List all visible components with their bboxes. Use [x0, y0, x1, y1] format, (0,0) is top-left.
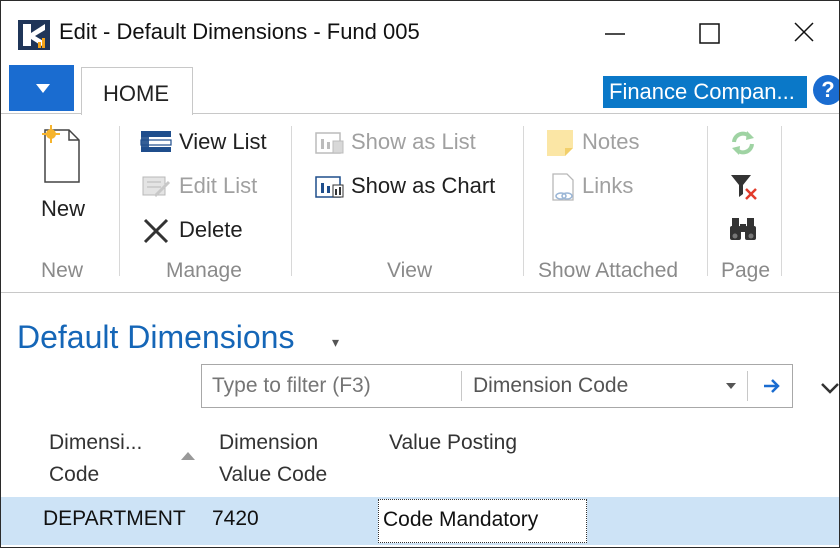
ribbon: New New View List Edit List Delete Manag… [1, 114, 839, 293]
chevron-down-icon[interactable]: ▾ [332, 334, 339, 351]
group-label-show-attached: Show Attached [538, 259, 679, 282]
tab-home-label: HOME [103, 81, 169, 106]
cell-dimension-value-code[interactable]: 7420 [212, 507, 259, 531]
company-name[interactable]: Finance Compan... [603, 76, 807, 108]
filter-field-select[interactable]: Dimension Code [473, 374, 628, 398]
edit-list-icon [142, 176, 171, 198]
group-separator [707, 126, 708, 276]
sort-ascending-icon [181, 452, 195, 460]
edit-list-button[interactable]: Edit List [139, 170, 279, 204]
page-title[interactable]: Default Dimensions [17, 319, 294, 356]
refresh-icon [732, 131, 754, 155]
links-label: Links [582, 173, 634, 198]
filter-bar: Dimension Code [201, 364, 793, 408]
maximize-button[interactable] [685, 11, 735, 55]
group-label-new: New [41, 259, 84, 282]
view-list-icon [140, 131, 172, 152]
edit-list-label: Edit List [179, 173, 258, 198]
column-header-line: Value Posting [389, 431, 518, 454]
group-separator [781, 126, 782, 276]
dropdown-arrow-icon[interactable] [726, 383, 736, 389]
app-logo-icon [18, 20, 50, 50]
title-bar: Edit - Default Dimensions - Fund 005 [1, 1, 839, 65]
new-button-label: New [41, 196, 86, 221]
view-list-label: View List [179, 129, 267, 154]
group-label-view: View [387, 259, 433, 282]
new-document-icon [42, 125, 80, 183]
table-row[interactable]: DEPARTMENT 7420 Code Mandatory [1, 497, 839, 545]
group-label-manage: Manage [166, 259, 242, 282]
question-icon[interactable]: ? [813, 75, 839, 105]
filter-divider [747, 371, 748, 401]
dropdown-triangle-icon [36, 84, 50, 93]
show-as-list-icon [315, 132, 344, 154]
group-label-page: Page [721, 259, 771, 282]
window-title: Edit - Default Dimensions - Fund 005 [59, 19, 420, 44]
notes-button[interactable]: Notes [545, 126, 665, 160]
arrow-right-icon[interactable] [760, 375, 784, 397]
find-binoculars-icon [730, 218, 756, 240]
window: Edit - Default Dimensions - Fund 005 HOM… [0, 0, 840, 548]
group-separator [523, 126, 524, 276]
show-as-chart-button[interactable]: Show as Chart [313, 170, 513, 204]
filter-divider [461, 371, 462, 401]
close-button[interactable] [781, 11, 831, 55]
group-separator [291, 126, 292, 276]
delete-label: Delete [179, 217, 243, 242]
links-button[interactable]: Links [545, 170, 665, 204]
group-separator [119, 126, 120, 276]
column-header-line: Dimensi... [49, 431, 143, 454]
tab-home[interactable]: HOME [81, 67, 193, 115]
column-header-line: Value Code [219, 463, 328, 486]
links-icon [552, 173, 574, 201]
application-menu-button[interactable] [9, 65, 74, 111]
minimize-button[interactable] [589, 11, 639, 55]
maximize-icon [699, 23, 720, 44]
cell-value-posting-text: Code Mandatory [383, 508, 539, 531]
filter-input[interactable] [212, 374, 452, 398]
new-button[interactable]: New [25, 124, 105, 234]
view-list-button[interactable]: View List [139, 126, 279, 160]
cell-value-posting[interactable]: Code Mandatory [378, 499, 587, 543]
minimize-icon [605, 33, 625, 35]
column-header-dimension-value-code[interactable]: Dimension Value Code [219, 427, 369, 491]
show-as-list-label: Show as List [351, 129, 476, 154]
column-header-value-posting[interactable]: Value Posting [389, 427, 589, 461]
column-header-line: Dimension [219, 431, 319, 454]
refresh-button[interactable] [728, 128, 762, 162]
show-as-chart-label: Show as Chart [351, 173, 496, 198]
notes-icon [547, 130, 573, 156]
clear-filter-icon [731, 175, 757, 200]
show-as-chart-icon [315, 176, 344, 198]
column-header-line: Code [49, 463, 100, 486]
show-as-list-button[interactable]: Show as List [313, 126, 513, 160]
delete-button[interactable]: Delete [139, 214, 279, 248]
find-button[interactable] [728, 216, 762, 250]
clear-filter-button[interactable] [728, 172, 762, 206]
cell-dimension-code[interactable]: DEPARTMENT [43, 507, 186, 531]
expand-chevron-icon[interactable] [819, 379, 840, 397]
close-icon [794, 22, 814, 42]
delete-x-icon [143, 218, 169, 244]
notes-label: Notes [582, 129, 640, 154]
